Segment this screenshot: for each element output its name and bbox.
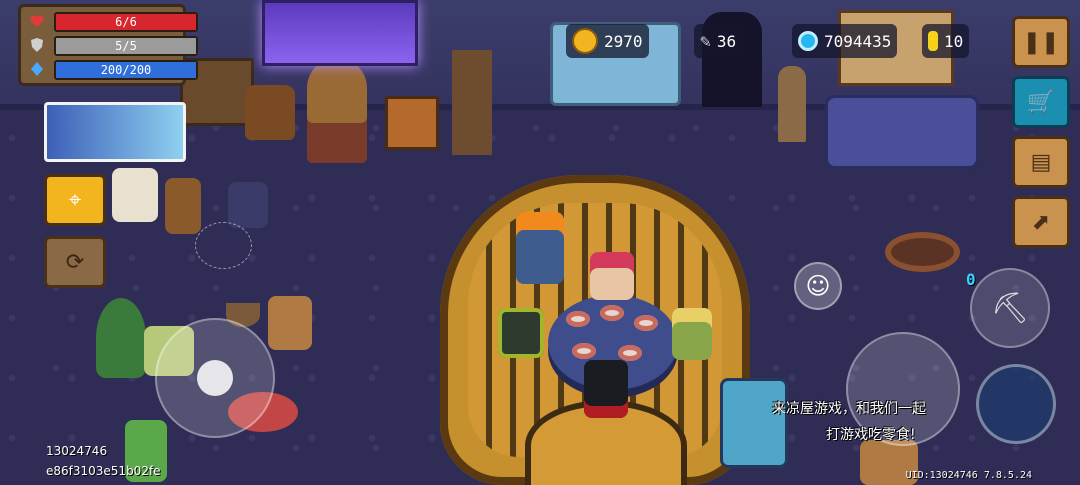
scarecrow-npc [165, 178, 201, 234]
blue-sofa [825, 95, 979, 169]
potted-tree [96, 298, 146, 378]
player-hash: e86f3103e51b02fe [46, 464, 161, 478]
trophy-value: 2970 [604, 31, 643, 51]
book-stand [452, 50, 492, 155]
armor-shield-icon [29, 37, 45, 53]
player-id: 13024746 [46, 444, 108, 458]
buff-banner[interactable] [44, 102, 186, 162]
fish-counter: ✎ 36 [694, 24, 743, 58]
gem-value: 7094435 [824, 31, 892, 51]
uid-version: UID:13024746 7.8.5.24 [905, 470, 1032, 481]
armor-bar: 5/5 [54, 36, 198, 56]
joystick-knob[interactable] [197, 360, 233, 396]
hp-value: 6/6 [115, 15, 137, 29]
emote-button[interactable]: ☺ [794, 262, 842, 310]
fish-icon: ✎ [700, 30, 711, 52]
red-hair-character [590, 252, 634, 300]
eagle-perch [778, 66, 806, 142]
gem-icon [798, 31, 818, 51]
skill-button[interactable] [976, 364, 1056, 444]
shop-button[interactable]: 🛒 [1012, 76, 1070, 128]
energy-bar: 200/200 [54, 60, 198, 80]
knight-character [498, 308, 544, 358]
status-panel: 6/6 5/5 200/200 [18, 4, 198, 86]
shop-cart-icon: 🛒 [1027, 89, 1055, 115]
coin-counter: 10 [922, 24, 970, 58]
coin-value: 10 [944, 31, 964, 51]
weapon-switch-button[interactable]: ⛏ [970, 268, 1050, 348]
elf-character [672, 308, 712, 360]
location-pin-icon: ⌖ [68, 187, 82, 213]
old-sage-npc [112, 168, 158, 222]
shield-statue [307, 58, 367, 163]
food-plate [572, 343, 596, 359]
upgrade-button[interactable]: ⬈ [1012, 196, 1070, 248]
cobweb [195, 222, 252, 269]
gem-counter: 7094435 [792, 24, 898, 58]
chat-line-2: 打游戏吃零食! [826, 427, 916, 443]
food-plate [618, 345, 642, 361]
food-plate [566, 311, 590, 327]
weapon-portal[interactable] [262, 0, 418, 66]
pickaxe-icon: ⛏ [990, 290, 1030, 326]
switch-button[interactable]: ⟳ [44, 236, 106, 288]
movement-joystick[interactable] [155, 318, 275, 438]
dirt-hole [885, 232, 960, 272]
treasure-chest [385, 96, 439, 150]
pause-icon: ❚❚ [1022, 29, 1060, 55]
bear-npc [268, 296, 312, 350]
energy-crystal-icon [29, 61, 45, 77]
robot-character [720, 378, 788, 468]
game-scene: 6/6 5/5 200/200 2970 ✎ 36 7094435 10 ❚❚ … [0, 0, 1080, 485]
profile-button[interactable]: ▤ [1012, 136, 1070, 188]
food-plate [634, 315, 658, 331]
smiley-face-icon: ☺ [805, 272, 831, 300]
trophy-counter: 2970 [566, 24, 649, 58]
coin-icon [928, 31, 938, 51]
location-button[interactable]: ⌖ [44, 174, 106, 226]
weapon-ammo: 0 [966, 270, 976, 289]
hp-bar: 6/6 [54, 12, 198, 32]
food-plate [600, 305, 624, 321]
heart-icon [29, 13, 45, 29]
chat-line-1: 来凉屋游戏，和我们一起 [772, 401, 926, 417]
assassin-character [584, 360, 628, 418]
armor-value: 5/5 [115, 39, 137, 53]
trophy-icon [572, 28, 598, 54]
fish-value: 36 [716, 31, 737, 51]
refresh-arrows-icon: ⟳ [65, 249, 85, 275]
dark-demon-npc [228, 182, 268, 228]
upgrade-arrow-icon: ⬈ [1031, 209, 1051, 235]
pause-button[interactable]: ❚❚ [1012, 16, 1070, 68]
miner-hero-character[interactable] [516, 212, 564, 284]
straw-hat-npc [245, 85, 295, 140]
profile-card-icon: ▤ [1030, 149, 1052, 175]
energy-value: 200/200 [100, 63, 152, 77]
